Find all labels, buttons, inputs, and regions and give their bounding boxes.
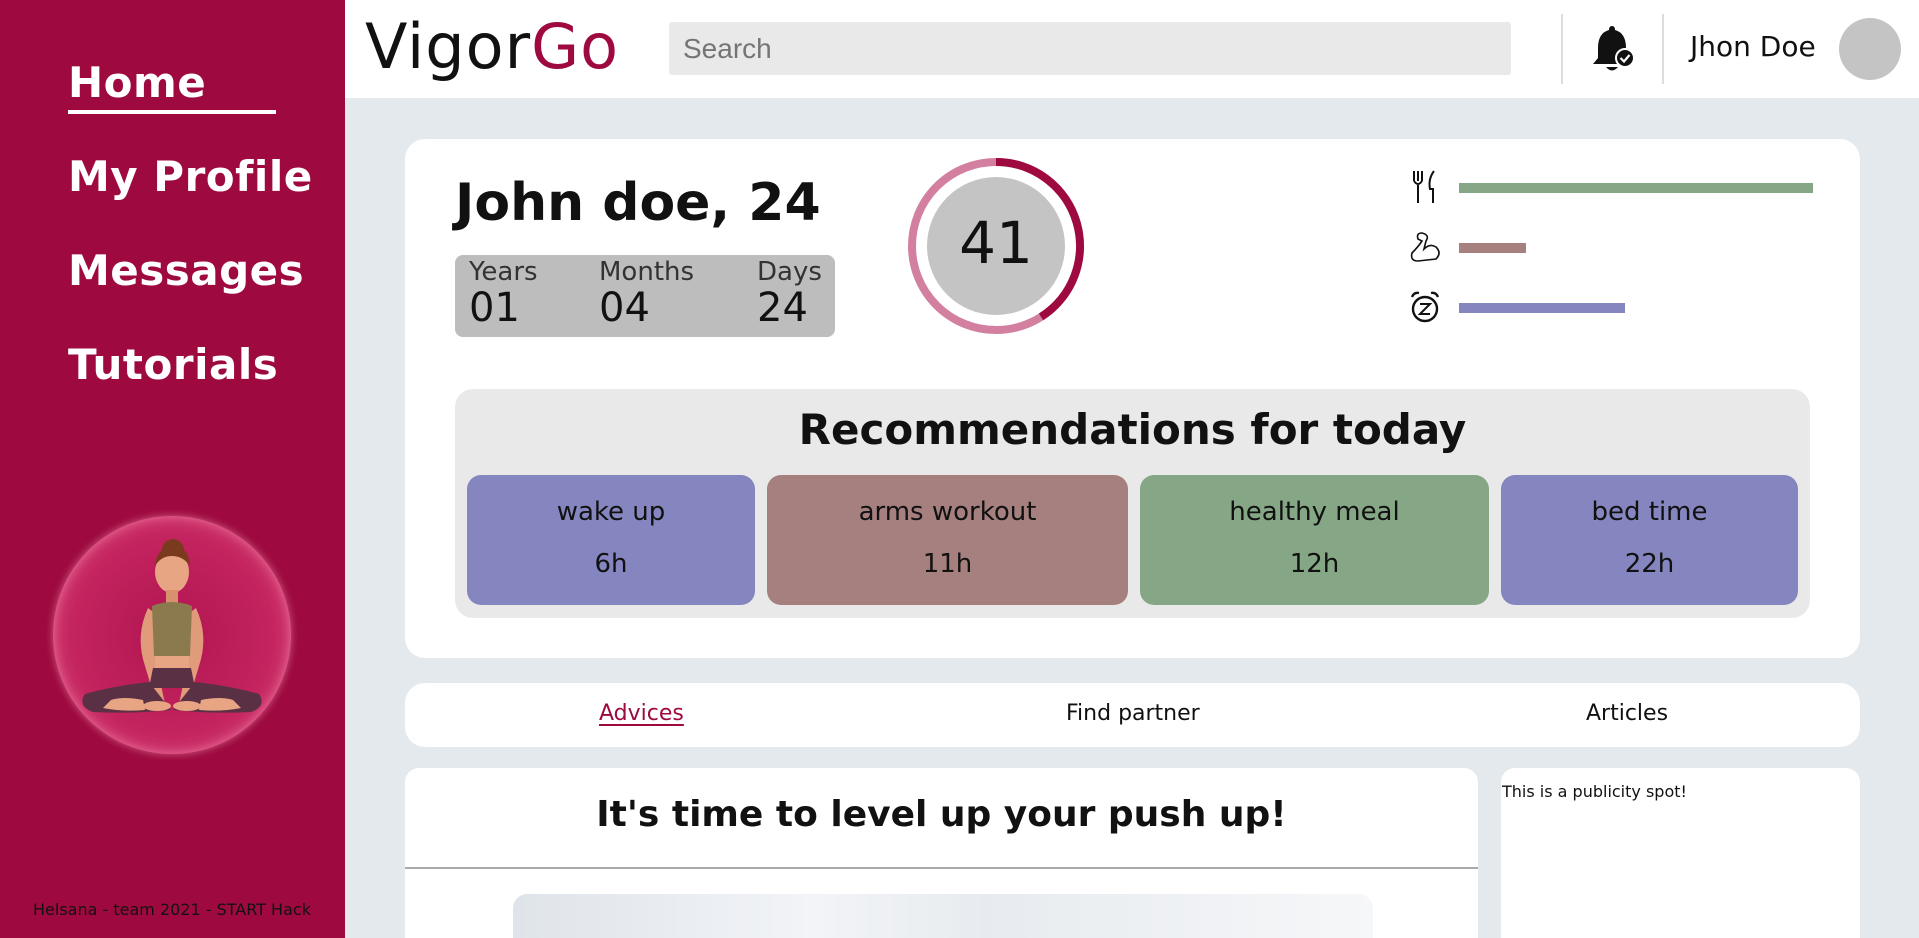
advice-title: It's time to level up your push up!: [596, 794, 1287, 835]
age-years: Years 01: [469, 257, 538, 329]
reco-tile-time: 12h: [1289, 549, 1340, 579]
age-months: Months 04: [599, 257, 694, 329]
profile-card: John doe, 24 Years 01 Months 04 Days 24 …: [405, 139, 1860, 658]
top-header: VigorGo Jhon Doe: [345, 0, 1919, 98]
reco-tile-title: healthy meal: [1229, 497, 1400, 527]
tab-advices[interactable]: Advices: [599, 701, 684, 726]
advice-divider: [405, 867, 1478, 869]
reco-tile-title: arms workout: [858, 497, 1037, 527]
alarm-clock-icon: [1410, 291, 1440, 323]
reco-tile-arms-workout[interactable]: arms workout 11h: [767, 475, 1128, 605]
ad-text: This is a publicity spot!: [1502, 782, 1687, 801]
ad-card: This is a publicity spot!: [1501, 768, 1860, 938]
age-days-label: Days: [757, 257, 822, 287]
sleep-bar: [1459, 303, 1625, 313]
nav-item-messages[interactable]: Messages: [68, 246, 313, 296]
nav-item-my-profile[interactable]: My Profile: [68, 152, 313, 202]
advice-card: It's time to level up your push up!: [405, 768, 1478, 938]
recommendations-panel: Recommendations for today wake up 6h arm…: [455, 389, 1810, 618]
age-years-value: 01: [469, 285, 520, 331]
sidebar-nav: Home My Profile Messages Tutorials: [68, 58, 313, 434]
fork-knife-icon: [1413, 170, 1435, 203]
age-months-value: 04: [599, 285, 650, 331]
profile-name: John doe, 24: [455, 173, 821, 233]
logo-text-go: Go: [531, 10, 620, 83]
score-value: 41: [959, 209, 1033, 277]
age-days-value: 24: [757, 285, 808, 331]
sidebar: Home My Profile Messages Tutorials Helsa…: [0, 0, 345, 938]
yoga-illustration: [53, 516, 291, 754]
recommendations-title: Recommendations for today: [798, 405, 1467, 454]
score-gauge: 41: [905, 155, 1087, 341]
reco-tile-title: wake up: [556, 497, 666, 527]
bar-row-nutrition: [1408, 169, 1828, 205]
bar-row-sleep: [1408, 289, 1828, 325]
reco-tile-time: 6h: [594, 549, 628, 579]
tab-find-partner[interactable]: Find partner: [1066, 701, 1200, 726]
search-input[interactable]: [669, 22, 1511, 75]
advice-image: [513, 894, 1373, 938]
notification-bell-icon[interactable]: [1587, 24, 1637, 76]
muscle-arm-icon: [1410, 232, 1440, 262]
tab-articles[interactable]: Articles: [1586, 701, 1668, 726]
reco-tile-time: 22h: [1624, 549, 1675, 579]
workout-bar: [1459, 243, 1526, 253]
logo-text-vigor: Vigor: [365, 10, 532, 83]
bar-row-workout: [1408, 229, 1828, 265]
age-breakdown: Years 01 Months 04 Days 24: [455, 255, 835, 337]
user-avatar[interactable]: [1839, 18, 1901, 80]
reco-tile-title: bed time: [1591, 497, 1708, 527]
age-months-label: Months: [599, 257, 695, 287]
content-tabs: Advices Find partner Articles: [405, 683, 1860, 747]
age-days: Days 24: [757, 257, 822, 329]
sidebar-footer: Helsana - team 2021 - START Hack: [33, 900, 311, 919]
nutrition-bar: [1459, 183, 1813, 193]
header-divider: [1561, 14, 1563, 84]
reco-tile-wake-up[interactable]: wake up 6h: [467, 475, 755, 605]
reco-tile-time: 11h: [922, 549, 973, 579]
reco-tile-healthy-meal[interactable]: healthy meal 12h: [1140, 475, 1489, 605]
age-years-label: Years: [469, 257, 538, 287]
username-label[interactable]: Jhon Doe: [1690, 30, 1816, 63]
reco-tile-bed-time[interactable]: bed time 22h: [1501, 475, 1798, 605]
nav-item-tutorials[interactable]: Tutorials: [68, 340, 313, 390]
app-logo[interactable]: VigorGo: [365, 10, 619, 83]
header-divider: [1662, 14, 1664, 84]
nav-item-home[interactable]: Home: [68, 58, 276, 114]
